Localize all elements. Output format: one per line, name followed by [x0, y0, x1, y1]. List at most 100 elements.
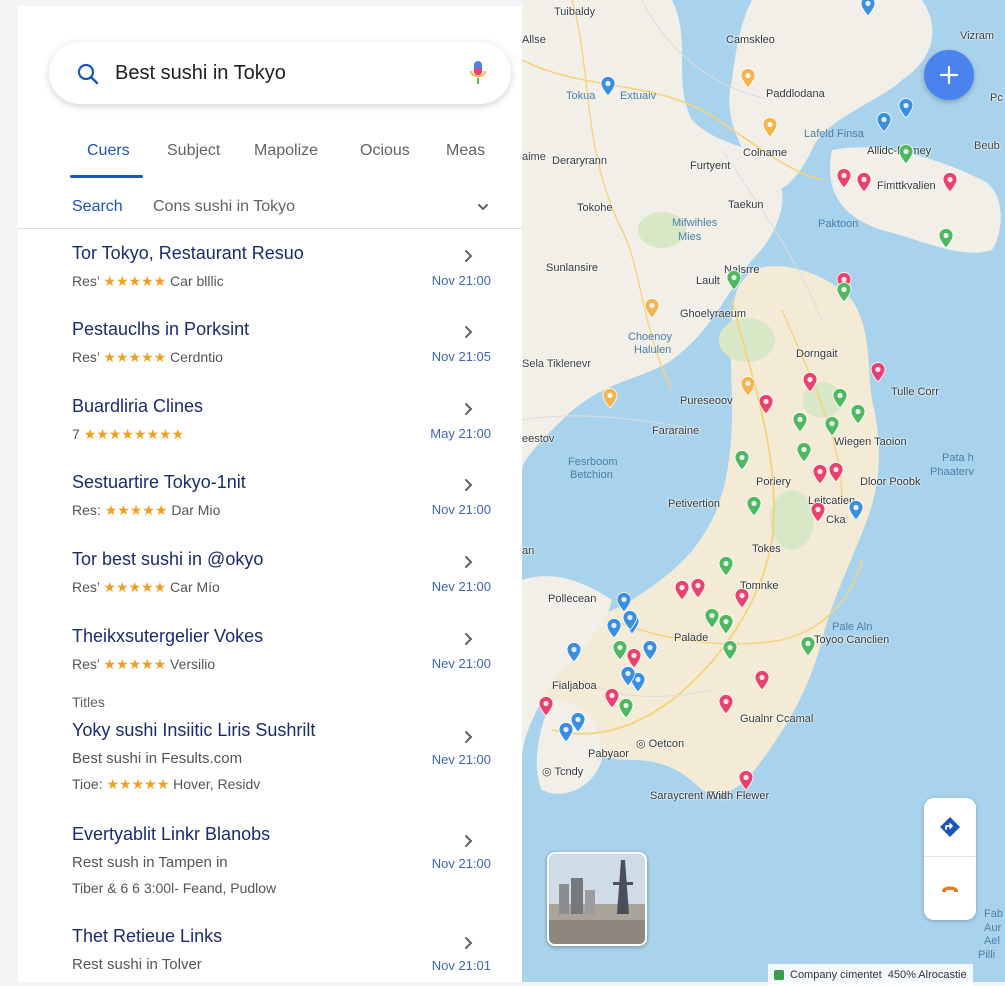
map-place-label[interactable]: Paktoon	[818, 218, 858, 230]
map-pin-red[interactable]	[690, 578, 706, 598]
map-pin-green[interactable]	[850, 404, 866, 424]
result-item[interactable]: Thet Retieue Links Rest sushi in Tolver No…	[18, 926, 522, 982]
map-pin-blue[interactable]	[860, 0, 876, 16]
microphone-icon[interactable]	[469, 60, 487, 86]
map-pin-red[interactable]	[754, 670, 770, 690]
map-pin-green[interactable]	[746, 496, 762, 516]
map-place-label[interactable]: Tuibaldy	[554, 6, 595, 18]
map-pin-green[interactable]	[832, 388, 848, 408]
map-pin-red[interactable]	[734, 588, 750, 608]
map-pin-blue[interactable]	[642, 640, 658, 660]
map-pin-red[interactable]	[812, 464, 828, 484]
map-pin-blue[interactable]	[622, 610, 638, 630]
map-pin-blue[interactable]	[620, 666, 636, 686]
map-place-label[interactable]: Deraryrann	[552, 155, 607, 167]
result-open-button[interactable]	[464, 478, 474, 497]
map-place-label[interactable]: Halulen	[634, 344, 671, 356]
map-pin-red[interactable]	[758, 394, 774, 414]
map-place-label[interactable]: Wiegen Taoion	[834, 436, 907, 448]
search-filter-bar[interactable]: Search Cons sushi in Tokyo	[18, 188, 522, 229]
map-pin-green[interactable]	[796, 442, 812, 462]
map-place-label[interactable]: Pale Aln	[832, 621, 872, 633]
map-pin-orange[interactable]	[644, 298, 660, 318]
map-pin-red[interactable]	[828, 462, 844, 482]
map-pin-red[interactable]	[538, 696, 554, 716]
map-place-label[interactable]: Lafeld Finsa	[804, 128, 864, 140]
result-item[interactable]: Tor Tokyo, Restaurant Resuo Res’ ★★★★★ Ca…	[18, 243, 522, 313]
map-place-label[interactable]: Fesrboom	[568, 456, 618, 468]
map-place-label[interactable]: Pabyaor	[588, 748, 629, 760]
map-pin-orange[interactable]	[602, 388, 618, 408]
map-pin-green[interactable]	[938, 228, 954, 248]
result-open-button[interactable]	[464, 730, 474, 749]
map-place-label[interactable]: aime	[522, 151, 546, 163]
map-pin-red[interactable]	[856, 172, 872, 192]
map-pin-green[interactable]	[718, 614, 734, 634]
tab-subject[interactable]: Subject	[167, 142, 220, 160]
add-place-button[interactable]	[924, 50, 974, 100]
map-place-label[interactable]: ◎ Oetcon	[636, 737, 684, 750]
map-place-label[interactable]: Dloor Poobk	[860, 476, 921, 488]
map-place-label[interactable]: Poriery	[756, 476, 791, 488]
map-pin-blue[interactable]	[600, 76, 616, 96]
search-icon[interactable]	[76, 62, 100, 86]
map-pin-red[interactable]	[718, 694, 734, 714]
map-place-label[interactable]: Tokohe	[577, 202, 612, 214]
tab-mapolize[interactable]: Mapolize	[254, 142, 318, 160]
search-bar[interactable]: Best sushi in Tokyo	[49, 42, 511, 104]
result-open-button[interactable]	[464, 325, 474, 344]
map-place-label[interactable]: Ael	[984, 935, 1000, 947]
map-place-label[interactable]: Mifwihles	[672, 217, 717, 229]
result-item[interactable]: Buardliria Clines 7 ★★★★★★★★ May 21:00	[18, 396, 522, 466]
map-pin-blue[interactable]	[606, 618, 622, 638]
map-pin-blue[interactable]	[898, 98, 914, 118]
map-place-label[interactable]: Aur	[984, 922, 1001, 934]
map-place-label[interactable]: Widh Flewer	[708, 790, 769, 802]
map-pin-blue[interactable]	[876, 112, 892, 132]
result-item[interactable]: Theikxsutergelier Vokes Res’ ★★★★★ Versil…	[18, 626, 522, 696]
map-place-label[interactable]: Toyoo Canclien	[814, 634, 889, 646]
result-item[interactable]: Evertyablit Linkr Blanobs Rest sush in Ta…	[18, 824, 522, 914]
map-place-label[interactable]: Pollecean	[548, 593, 596, 605]
tab-cuers[interactable]: Cuers	[87, 142, 130, 160]
map-attribution[interactable]: Company cimentet 450% Alrocastie	[768, 964, 973, 986]
street-view-thumbnail[interactable]	[547, 852, 647, 946]
map-place-label[interactable]: Allse	[522, 34, 546, 46]
map-pin-green[interactable]	[718, 556, 734, 576]
map-place-label[interactable]: Fararaine	[652, 425, 699, 437]
map-pin-red[interactable]	[738, 770, 754, 790]
map-pin-blue[interactable]	[616, 592, 632, 612]
map-place-label[interactable]: Ghoelyraeum	[680, 308, 746, 320]
map-place-label[interactable]: Petivertion	[668, 498, 720, 510]
map-place-label[interactable]: Pata h	[942, 452, 974, 464]
map-place-label[interactable]: Betchion	[570, 469, 613, 481]
map-pin-orange[interactable]	[740, 376, 756, 396]
map-pin-green[interactable]	[800, 636, 816, 656]
map-pin-green[interactable]	[726, 270, 742, 290]
map-pin-red[interactable]	[810, 502, 826, 522]
map-place-label[interactable]: Mies	[678, 231, 701, 243]
result-open-button[interactable]	[464, 249, 474, 268]
map-pin-orange[interactable]	[762, 117, 778, 137]
map-pin-blue[interactable]	[848, 500, 864, 520]
map-place-label[interactable]: Dorngait	[796, 348, 838, 360]
tab-meas[interactable]: Meas	[446, 142, 485, 160]
map-place-label[interactable]: Tulle Corr	[891, 386, 939, 398]
map-pin-red[interactable]	[942, 172, 958, 192]
map-place-label[interactable]: Gualnr Ccamal	[740, 713, 813, 725]
map-place-label[interactable]: Choenoy	[628, 331, 672, 343]
map-place-label[interactable]: Fab	[984, 908, 1003, 920]
map-pin-red[interactable]	[674, 580, 690, 600]
map-place-label[interactable]: Phaaterv	[930, 466, 974, 478]
map-place-label[interactable]: Furtyent	[690, 160, 730, 172]
result-open-button[interactable]	[464, 834, 474, 853]
map-pin-green[interactable]	[836, 282, 852, 302]
map-place-label[interactable]: Sela Tiklenevr	[522, 358, 591, 370]
tab-ocious[interactable]: Ocious	[360, 142, 410, 160]
map-place-label[interactable]: eestov	[522, 433, 554, 445]
map-place-label[interactable]: Cka	[826, 514, 846, 526]
pegman-button[interactable]	[938, 876, 962, 905]
map-place-label[interactable]: Beub	[974, 140, 1000, 152]
map-place-label[interactable]: Pc	[990, 92, 1003, 104]
map-pin-blue[interactable]	[558, 722, 574, 742]
